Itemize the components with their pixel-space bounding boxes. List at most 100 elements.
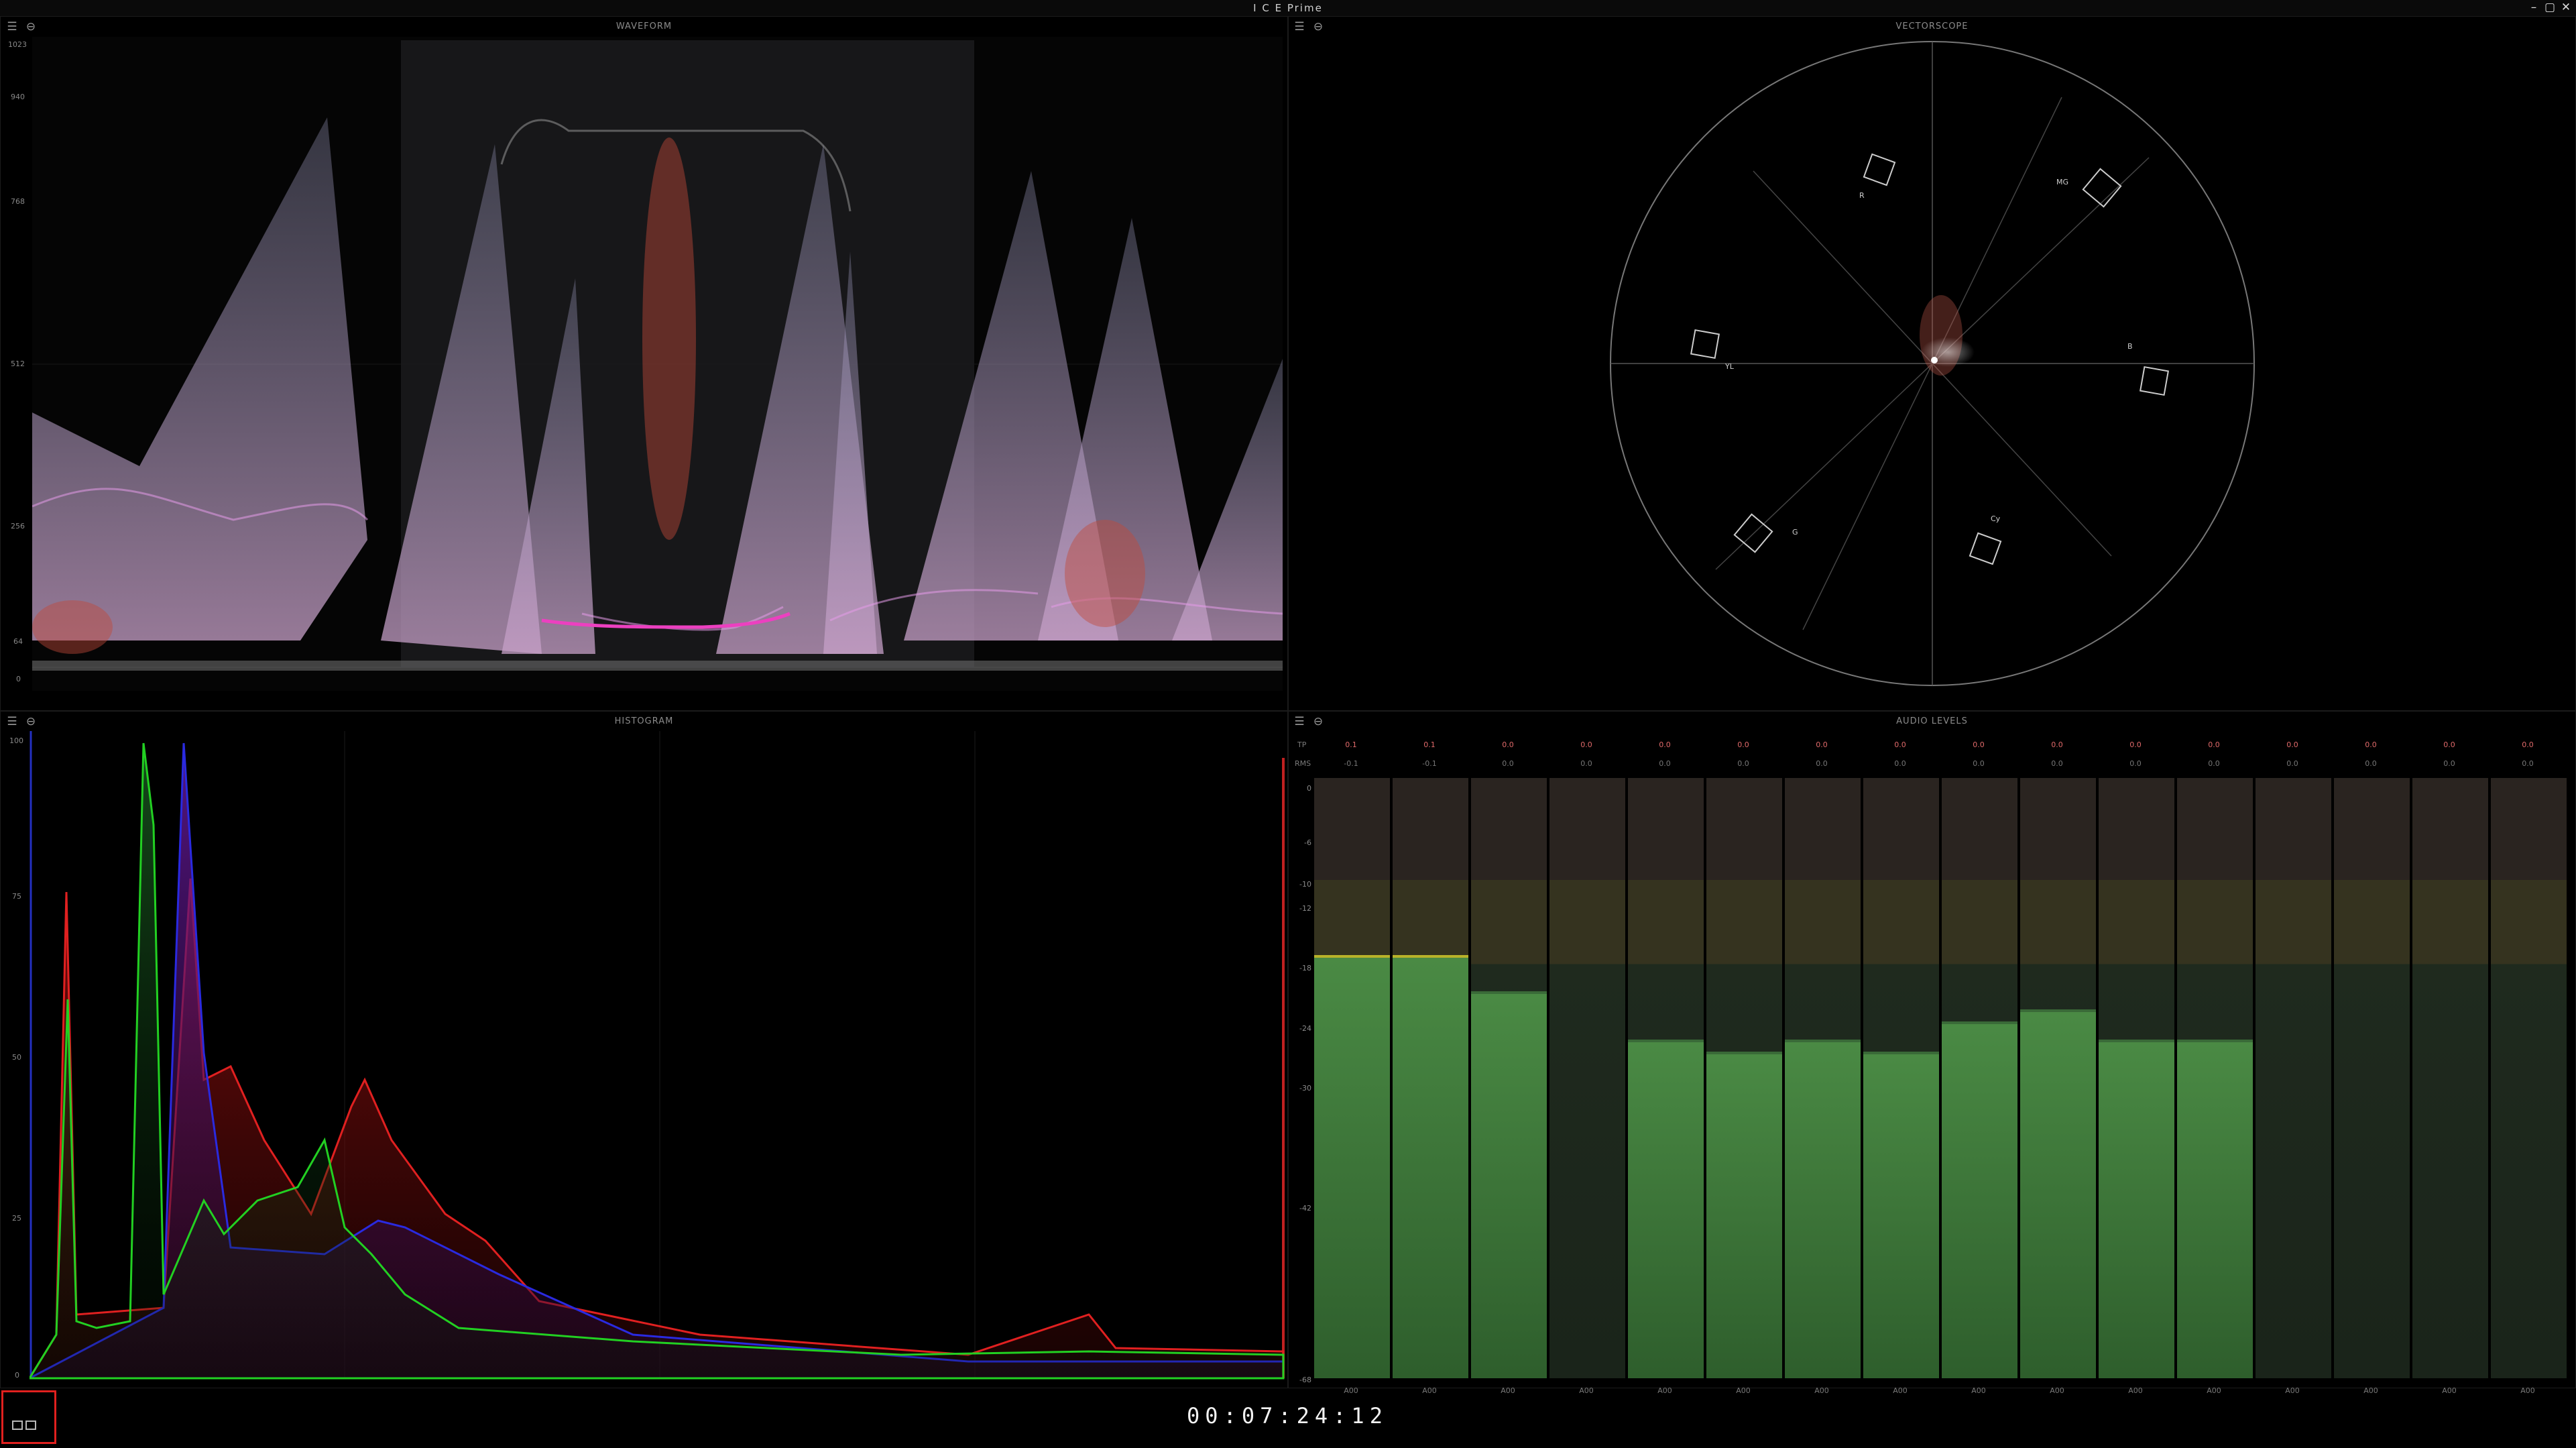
channel-meter [2256,778,2331,1378]
histogram-title: HISTOGRAM [614,716,674,726]
close-button[interactable]: ✕ [2559,0,2573,15]
channel-source-label[interactable]: A00 [2256,1386,2329,1395]
waveform-tick-1023: 1023 [8,40,27,49]
channel-level-fill [1471,991,1547,1378]
db-scale-label: 0 [1307,784,1311,793]
channel-meter [2020,778,2096,1378]
db-scale-label: -12 [1299,904,1311,913]
waveform-trace [32,37,1283,691]
layout-grid-icon[interactable] [12,1421,39,1431]
row-label-tp: TP [1297,740,1307,749]
channel-meter [1863,778,1939,1378]
audio-channel: 0.0 0.0 A00 [1785,736,1861,1395]
vectorscope-target-r: R [1859,191,1865,200]
channel-peak-value: 0.0 [1580,740,1592,749]
channel-meter [1471,778,1547,1378]
waveform-tick-512: 512 [11,359,25,368]
histogram-tick-50: 50 [12,1053,21,1062]
audio-channel: 0.0 0.0 A00 [1628,736,1704,1395]
app-title: I C E Prime [1253,2,1323,14]
channel-rms-value: 0.0 [1894,759,1906,768]
channel-rms-value: -0.1 [1422,759,1437,768]
channel-peak-value: 0.0 [2129,740,2142,749]
channel-rms-value: 0.0 [1737,759,1749,768]
channel-source-label[interactable]: A00 [2412,1386,2486,1395]
channel-source-label[interactable]: A00 [2334,1386,2408,1395]
channel-level-fill [2099,1040,2174,1378]
row-label-rms: RMS [1295,759,1311,768]
channel-peak-value: 0.1 [1345,740,1357,749]
channel-rms-value: 0.0 [1502,759,1514,768]
channel-rms-value: 0.0 [2365,759,2377,768]
audio-channel: 0.0 0.0 A00 [2412,736,2488,1395]
channel-level-fill [2020,1009,2096,1378]
channel-meter [2491,778,2567,1378]
audio-channel: 0.0 0.0 A00 [1706,736,1782,1395]
channel-source-label[interactable]: A00 [1393,1386,1466,1395]
vectorscope-target-yl: YL [1724,362,1735,371]
waveform-tick-64: 64 [13,637,23,646]
channel-source-label[interactable]: A00 [1863,1386,1937,1395]
db-scale-label: -10 [1299,880,1311,889]
channel-source-label[interactable]: A00 [1628,1386,1702,1395]
channel-meter [2334,778,2410,1378]
channel-peak-value: 0.0 [2286,740,2298,749]
channel-meter [1549,778,1625,1378]
db-scale-label: -30 [1299,1084,1311,1093]
db-scale-label: -24 [1299,1024,1311,1033]
db-scale-label: -42 [1299,1204,1311,1213]
audio-channel: 0.0 0.0 A00 [2256,736,2331,1395]
channel-peak-value: 0.0 [1659,740,1671,749]
waveform-tick-768: 768 [11,197,25,206]
histogram-plot [30,731,1285,1380]
channel-meter [2177,778,2253,1378]
minimize-button[interactable]: – [2526,0,2541,15]
channel-meter [1628,778,1704,1378]
channel-meter [1942,778,2017,1378]
channel-level-fill [2177,1040,2253,1378]
channel-source-label[interactable]: A00 [1314,1386,1388,1395]
channel-source-label[interactable]: A00 [1471,1386,1545,1395]
channel-level-fill [1863,1052,1939,1378]
db-scale-label: -18 [1299,964,1311,972]
channel-peak-value: 0.0 [2443,740,2455,749]
audio-channel: 0.0 0.0 A00 [1942,736,2017,1395]
channel-source-label[interactable]: A00 [1706,1386,1780,1395]
channel-source-label[interactable]: A00 [2491,1386,2565,1395]
audio-db-scale: 0 -6 -10 -12 -18 -24 -30 -42 -68 [1291,778,1311,1384]
channel-peak-value: 0.0 [2051,740,2063,749]
channel-source-label[interactable]: A00 [1942,1386,2015,1395]
vectorscope-title: VECTORSCOPE [1895,21,1969,32]
channel-rms-value: 0.0 [1816,759,1828,768]
channel-peak-value: 0.0 [1737,740,1749,749]
timecode: 00:07:24:12 [1187,1403,1388,1429]
audio-channel: 0.0 0.0 A00 [2020,736,2096,1395]
channel-source-label[interactable]: A00 [2020,1386,2094,1395]
waveform-title: WAVEFORM [616,21,672,32]
channel-source-label[interactable]: A00 [1785,1386,1859,1395]
vectorscope-target-b: B [2127,342,2133,351]
waveform-tick-0: 0 [16,675,21,683]
channel-source-label[interactable]: A00 [2099,1386,2172,1395]
channel-source-label[interactable]: A00 [2177,1386,2251,1395]
channel-level-fill [1393,955,1468,1378]
channel-level-fill [1628,1040,1704,1378]
channel-level-fill [1942,1021,2017,1378]
audio-meters: 0.1 -0.1 A00 0.1 -0.1 A00 0.0 0.0 A00 0.0 0.0 A00 0.… [1314,736,2571,1400]
audio-channel: 0.0 0.0 A00 [1863,736,1939,1395]
layout-button[interactable] [1,1390,56,1444]
audio-channel: 0.1 -0.1 A00 [1314,736,1390,1395]
channel-meter [1314,778,1390,1378]
maximize-button[interactable]: ▢ [2542,0,2557,15]
channel-rms-value: 0.0 [1580,759,1592,768]
channel-source-label[interactable]: A00 [1549,1386,1623,1395]
channel-peak-value: 0.0 [2522,740,2534,749]
audio-channel: 0.0 0.0 A00 [2491,736,2567,1395]
channel-rms-value: 0.0 [2286,759,2298,768]
waveform-tick-940: 940 [11,93,25,101]
histogram-tick-0: 0 [15,1371,19,1380]
channel-peak-value: 0.0 [2208,740,2220,749]
channel-peak-value: 0.0 [2365,740,2377,749]
channel-rms-value: 0.0 [2208,759,2220,768]
channel-meter [1785,778,1861,1378]
